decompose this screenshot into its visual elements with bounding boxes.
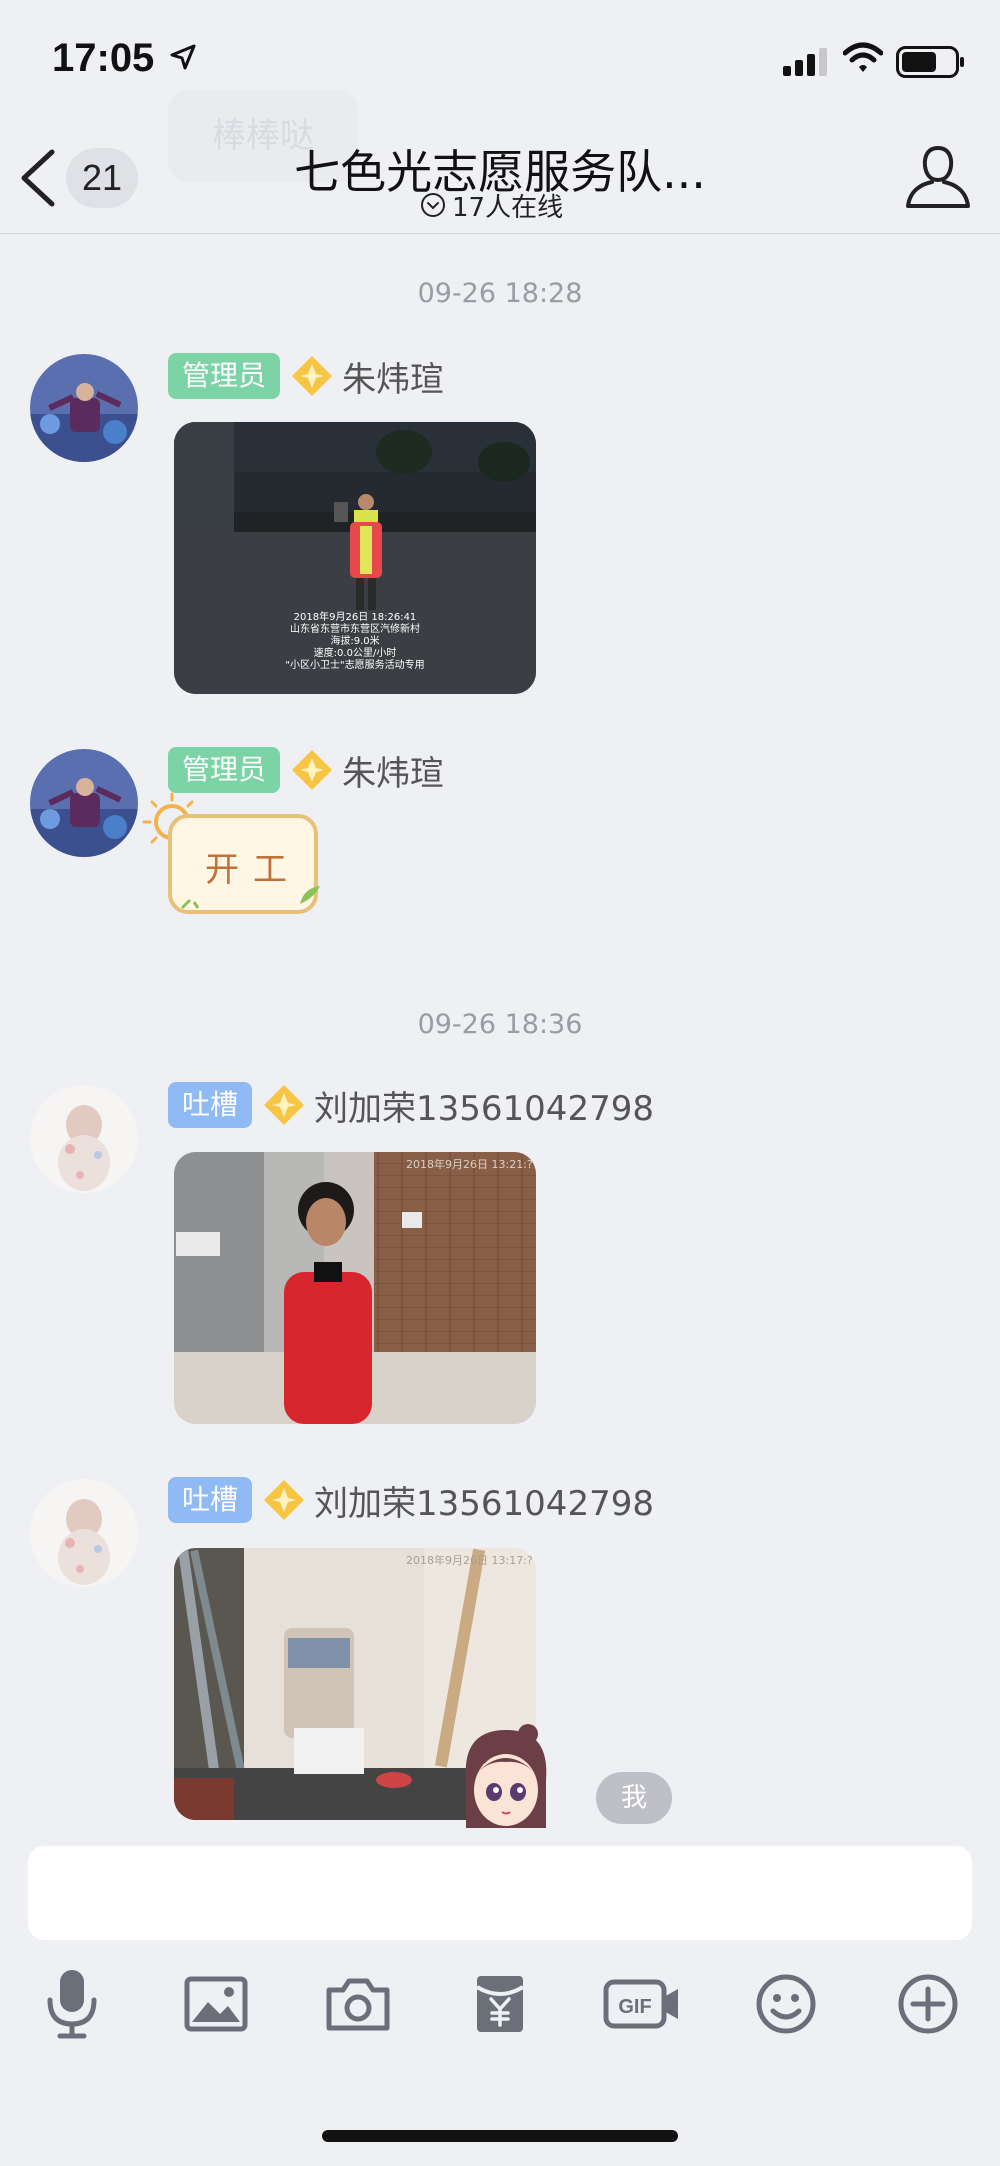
battery-icon [896, 46, 964, 78]
avatar-image [30, 749, 138, 857]
avatar-image [30, 354, 138, 462]
me-bubble[interactable]: 我 [596, 1772, 672, 1824]
level-diamond-icon [264, 1480, 305, 1520]
photo-message[interactable]: 2018年9月26日 13:21:? [174, 1152, 536, 1424]
level-diamond-icon [292, 750, 333, 790]
photo-caption-line: 海拔:9.0米 [330, 636, 380, 647]
red-packet-icon [475, 1976, 525, 2032]
message-meta: 吐槽 刘加荣13561042798 [168, 1081, 654, 1130]
level-diamond-icon [292, 356, 333, 396]
sender-name[interactable]: 朱炜瑄 [342, 352, 444, 401]
sender-name[interactable]: 刘加荣13561042798 [314, 1476, 654, 1525]
role-tag-tucao: 吐槽 [168, 1477, 253, 1523]
emoji-icon [756, 1974, 816, 2034]
svg-text:GIF: GIF [618, 1996, 651, 2018]
back-button[interactable] [16, 148, 60, 208]
unread-count-badge[interactable]: 21 [66, 148, 138, 208]
chevron-down-circle-icon [421, 193, 445, 217]
level-diamond-icon [264, 1085, 305, 1125]
camera-button[interactable] [320, 1966, 396, 2042]
photo-image [174, 1152, 536, 1424]
photo-timestamp-stamp: 2018年9月26日 13:21:? [406, 1158, 533, 1171]
sticker-message[interactable]: 开工 [142, 792, 332, 922]
gif-icon: GIF [603, 1979, 678, 2029]
role-tag-admin: 管理员 [168, 353, 281, 399]
plus-icon [898, 1974, 958, 2034]
more-button[interactable] [890, 1966, 966, 2042]
message-timestamp: 09-26 18:28 [417, 278, 583, 309]
sticker-text: 开工 [205, 850, 301, 890]
avatar-image [30, 1085, 138, 1193]
message-meta: 管理员 朱炜瑄 [168, 746, 444, 795]
sender-name[interactable]: 刘加荣13561042798 [314, 1081, 654, 1130]
home-indicator[interactable] [322, 2130, 678, 2142]
photo-caption-line: 山东省东营市东营区汽修新村 [290, 624, 420, 635]
photo-message[interactable]: 2018年9月26日 18:26:41 山东省东营市东营区汽修新村 海拔:9.0… [174, 422, 536, 694]
input-toolbar: GIF [0, 1966, 1000, 2056]
microphone-icon [47, 1970, 97, 2039]
emoji-button[interactable] [748, 1966, 824, 2042]
photo-timestamp-stamp: 2018年9月26日 13:17:? [406, 1554, 533, 1567]
avatar-image [30, 1479, 138, 1587]
message-meta: 管理员 朱炜瑄 [168, 352, 444, 401]
message-meta: 吐槽 刘加荣13561042798 [168, 1476, 654, 1525]
photo-caption-line: 2018年9月26日 18:26:41 [293, 612, 417, 623]
role-tag-tucao: 吐槽 [168, 1082, 253, 1128]
status-time: 17:05 [52, 36, 155, 80]
location-arrow-icon [170, 44, 196, 70]
avatar[interactable] [30, 1085, 138, 1193]
sender-name[interactable]: 朱炜瑄 [342, 746, 444, 795]
cellular-signal-icon [783, 48, 827, 76]
avatar[interactable] [30, 1479, 138, 1587]
message-timestamp: 09-26 18:36 [417, 1009, 583, 1040]
online-status[interactable]: 17人在线 [420, 190, 563, 223]
photo-caption-line: "小区小卫士"志愿服务活动专用 [285, 660, 425, 671]
red-packet-button[interactable] [462, 1966, 538, 2042]
photo-button[interactable] [178, 1966, 254, 2042]
role-tag-admin: 管理员 [168, 747, 281, 793]
wifi-icon [843, 42, 883, 72]
mascot-sticker[interactable] [454, 1720, 558, 1828]
gif-button[interactable]: GIF [602, 1966, 682, 2042]
avatar[interactable] [30, 354, 138, 462]
camera-icon [326, 1978, 390, 2031]
photo-caption-line: 速度:0.0公里/小时 [313, 648, 397, 659]
mascot-image [465, 1724, 547, 1828]
image-icon [184, 1976, 248, 2032]
online-count: 17人在线 [452, 192, 564, 223]
group-members-button[interactable] [902, 142, 974, 212]
message-input[interactable] [28, 1846, 972, 1940]
status-bar: 17:05 [0, 0, 1000, 120]
voice-button[interactable] [34, 1966, 110, 2042]
avatar[interactable] [30, 749, 138, 857]
